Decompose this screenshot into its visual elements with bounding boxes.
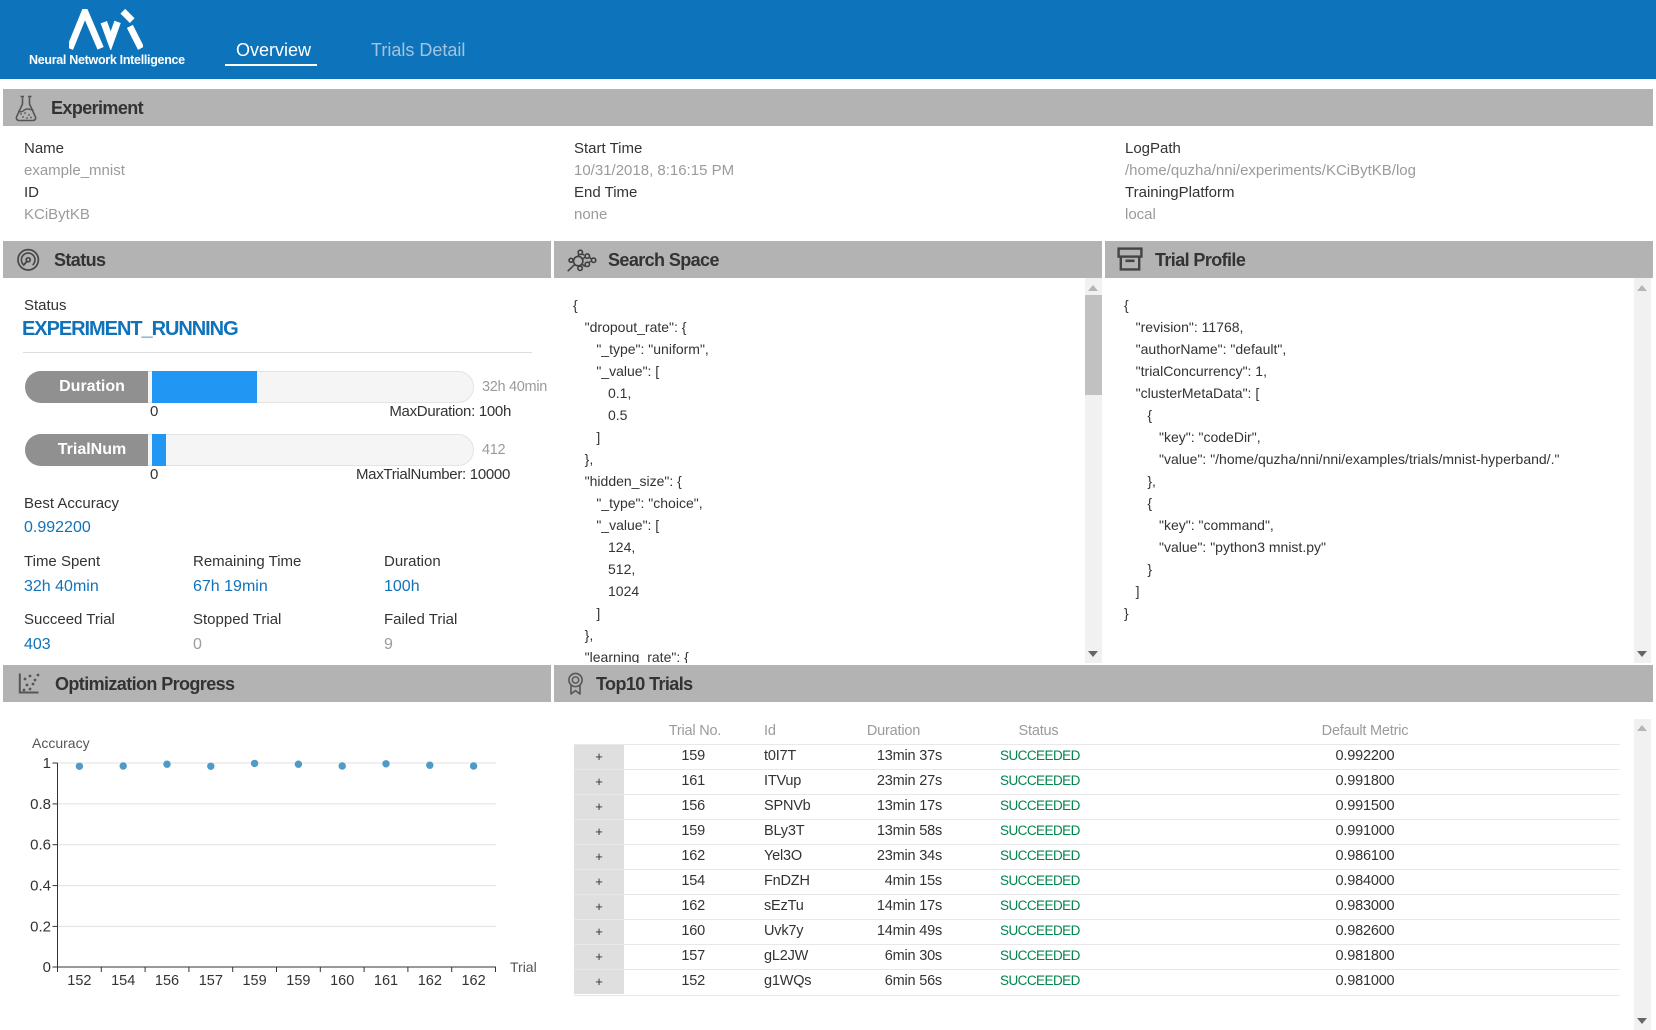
svg-text:160: 160 — [330, 973, 354, 989]
svg-text:162: 162 — [461, 973, 485, 989]
svg-text:152: 152 — [67, 973, 91, 989]
svg-text:0.2: 0.2 — [30, 918, 51, 935]
svg-text:0: 0 — [43, 959, 51, 976]
svg-text:1: 1 — [43, 755, 51, 772]
svg-text:161: 161 — [374, 973, 398, 989]
svg-text:0.6: 0.6 — [30, 837, 51, 854]
svg-text:Trial: Trial — [510, 959, 537, 975]
svg-text:156: 156 — [155, 973, 179, 989]
svg-text:0.4: 0.4 — [30, 878, 51, 895]
svg-text:162: 162 — [418, 973, 442, 989]
svg-text:159: 159 — [286, 973, 310, 989]
svg-text:159: 159 — [242, 973, 266, 989]
svg-text:157: 157 — [199, 973, 223, 989]
svg-text:0.8: 0.8 — [30, 796, 51, 813]
svg-text:154: 154 — [111, 973, 135, 989]
